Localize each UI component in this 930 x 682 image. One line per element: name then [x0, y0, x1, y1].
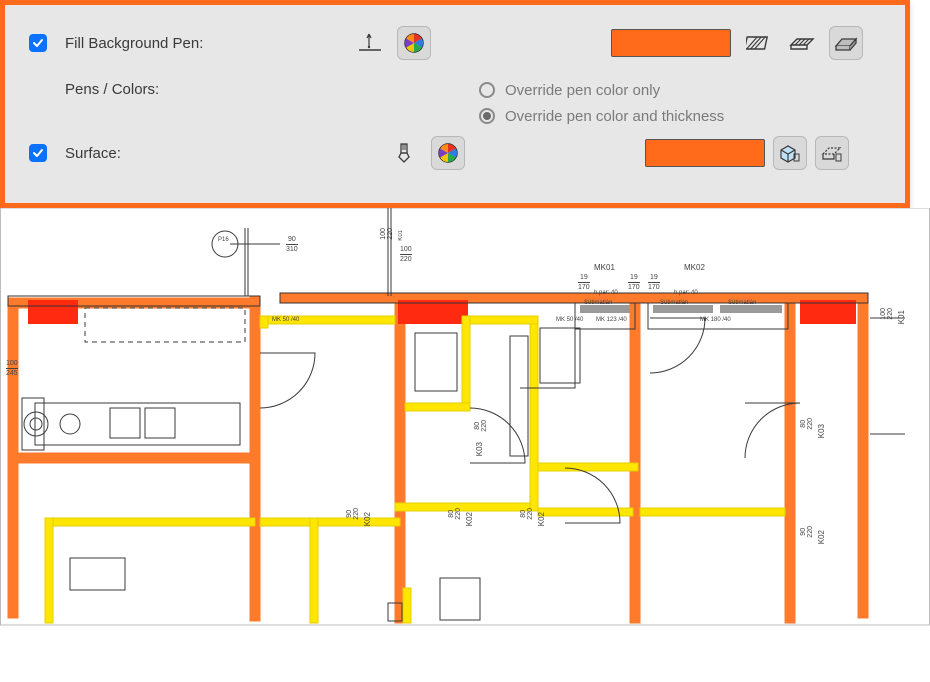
- plan-tag-k02c: K02: [538, 512, 546, 526]
- radio-unselected-icon: [479, 82, 495, 98]
- plan-dim-90-220a: 90220: [346, 508, 360, 520]
- paint-brush-icon[interactable]: [387, 136, 421, 170]
- surface-color-swatch[interactable]: [645, 139, 765, 167]
- plan-tag-sub2: Sütimatlán: [660, 300, 688, 306]
- override-pen-color-thickness-option[interactable]: Override pen color and thickness: [479, 103, 881, 129]
- plan-dim-100-220: 100220: [400, 246, 412, 263]
- surface-plane-paint-button[interactable]: [815, 136, 849, 170]
- plan-tag-sub3: Sütimatlán: [728, 300, 756, 306]
- plan-dim-80-220b: 80220: [448, 508, 462, 520]
- plan-dim-19-170b: 19170: [628, 274, 640, 291]
- pens-colors-label: Pens / Colors:: [65, 81, 159, 98]
- override-pen-color-only-option[interactable]: Override pen color only: [479, 77, 881, 103]
- plan-tag-hpar-b: h par: 40: [674, 290, 698, 296]
- surface-checkbox[interactable]: [29, 144, 47, 162]
- floor-plan-viewport[interactable]: P16 90310 100220 MK01 MK02 h par: 40 h p…: [0, 208, 930, 626]
- plan-dim-100-220-right: 100220: [880, 308, 894, 320]
- plan-tag-mk01: MK01: [594, 264, 615, 272]
- plan-tag-k02a: K02: [364, 512, 372, 526]
- surface-color-picker-button[interactable]: [431, 136, 465, 170]
- plan-tag-p16: P16: [218, 237, 229, 243]
- floor-plan-drawing: [0, 208, 930, 626]
- override-settings-panel: Fill Background Pen:: [0, 0, 910, 208]
- plan-tag-k03a: K03: [476, 442, 484, 456]
- hatch-pattern-3-button[interactable]: [829, 26, 863, 60]
- plan-tag-k02b: K02: [466, 512, 474, 526]
- fill-background-pen-checkbox[interactable]: [29, 34, 47, 52]
- surface-cube-paint-button[interactable]: [773, 136, 807, 170]
- plan-dim-k01-top: 100220: [380, 228, 394, 240]
- plan-tag-mk02: MK02: [684, 264, 705, 272]
- plan-dim-80-220a: 80220: [474, 420, 488, 432]
- plan-tag-k01: K01: [898, 310, 906, 324]
- plan-tag-k02-right: K02: [818, 530, 826, 544]
- plan-dim-80-220c: 80220: [520, 508, 534, 520]
- pen-weight-icon[interactable]: [353, 26, 387, 60]
- plan-tag-hpar-a: h par: 40: [594, 290, 618, 296]
- fill-background-pen-row: Fill Background Pen:: [29, 23, 881, 63]
- hatch-pattern-1-icon[interactable]: [741, 26, 775, 60]
- color-picker-button[interactable]: [397, 26, 431, 60]
- override-color-thickness-label: Override pen color and thickness: [505, 108, 724, 125]
- override-color-only-label: Override pen color only: [505, 82, 660, 99]
- radio-selected-icon: [479, 108, 495, 124]
- surface-label: Surface:: [65, 145, 121, 162]
- plan-tag-k01b: K01: [398, 230, 404, 241]
- plan-dim-90-310: 90310: [286, 236, 298, 253]
- plan-tag-mk180: MK 180 /40: [700, 317, 731, 323]
- plan-dim-19-170a: 19170: [578, 274, 590, 291]
- plan-tag-mk123: MK 123 /40: [596, 317, 627, 323]
- plan-tag-mk50a: MK 50 /40: [272, 317, 299, 323]
- plan-dim-80-220d: 80220: [800, 418, 814, 430]
- plan-tag-k03b: K03: [818, 424, 826, 438]
- plan-tag-mk50b: MK 50 /40: [556, 317, 583, 323]
- fill-background-pen-label: Fill Background Pen:: [65, 35, 203, 52]
- hatch-pattern-2-icon[interactable]: [785, 26, 819, 60]
- plan-dim-100-245: 100245: [6, 360, 18, 377]
- plan-tag-sub1: Sütimatlán: [584, 300, 612, 306]
- plan-dim-19-170c: 19170: [648, 274, 660, 291]
- surface-row: Surface:: [29, 133, 881, 173]
- plan-dim-90-220c: 90220: [800, 526, 814, 538]
- fill-bg-color-swatch[interactable]: [611, 29, 731, 57]
